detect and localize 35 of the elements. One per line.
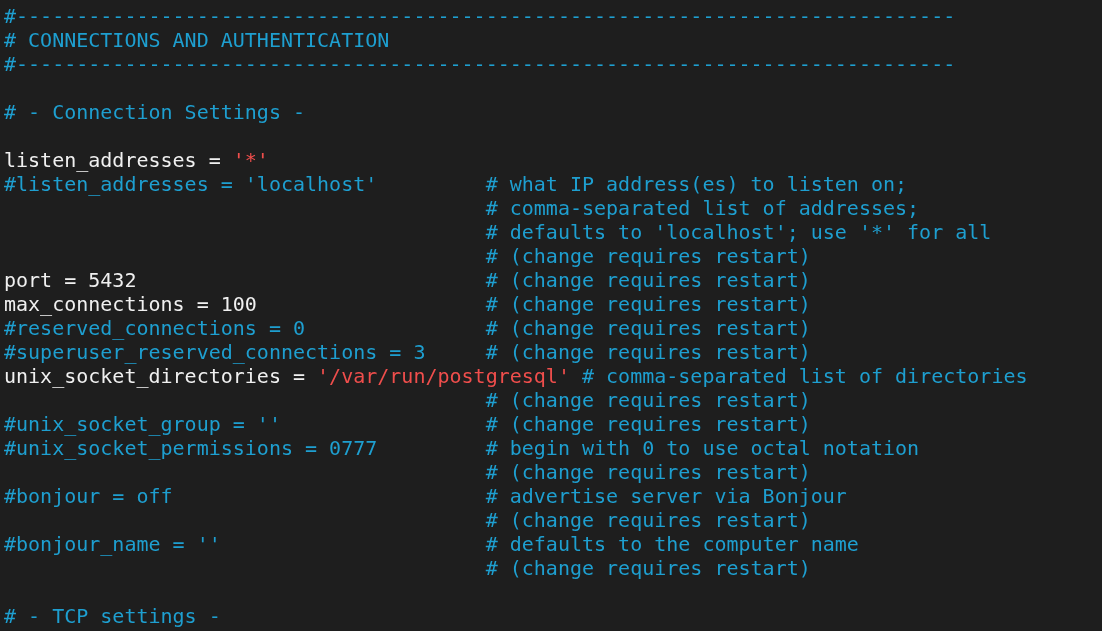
comment-text: # comma-separated list of directories [582,364,1028,388]
comment-text: #------------------------------------------------------------------------------ [4,4,956,28]
comment-text: # - Connection Settings - [4,100,306,124]
config-text: unix_socket_directories = [4,364,307,388]
comment-text: #listen_addresses = 'localhost' [4,172,378,196]
comment-text: # (change requires restart) [485,268,811,292]
comment-text: # (change requires restart) [485,340,811,364]
comment-text: # defaults to 'localhost'; use '*' for all [485,220,992,244]
comment-text: # (change requires restart) [485,556,811,580]
comment-text: #bonjour_name = '' [4,532,221,556]
comment-text: #------------------------------------------------------------------------------ [4,52,956,76]
comment-text: # (change requires restart) [485,412,811,436]
string-literal: '*' [232,148,269,172]
config-text: max_connections = 100 [4,292,257,316]
comment-text: # advertise server via Bonjour [485,484,847,508]
comment-text: # (change requires restart) [485,244,811,268]
comment-text: #reserved_connections = 0 [4,316,306,340]
string-literal: '/var/run/postgresql' [317,364,570,388]
comment-text: #unix_socket_permissions = 0777 [4,436,378,460]
comment-text: #superuser_reserved_connections = 3 [4,340,426,364]
comment-text: # what IP address(es) to listen on; [485,172,908,196]
comment-text: # (change requires restart) [485,316,811,340]
config-text: listen_addresses = [4,148,222,172]
comment-text: # defaults to the computer name [485,532,859,556]
comment-text: #bonjour = off [4,484,173,508]
comment-text: # CONNECTIONS AND AUTHENTICATION [4,28,390,52]
comment-text: # (change requires restart) [485,292,811,316]
comment-text: # (change requires restart) [485,508,811,532]
comment-text: # (change requires restart) [485,460,811,484]
comment-text: #unix_socket_group = '' [4,412,281,436]
config-text: port = 5432 [4,268,137,292]
comment-text: # begin with 0 to use octal notation [485,436,920,460]
comment-text: # comma-separated list of addresses; [485,196,920,220]
comment-text: # - TCP settings - [4,604,221,628]
comment-text: # (change requires restart) [485,388,811,412]
